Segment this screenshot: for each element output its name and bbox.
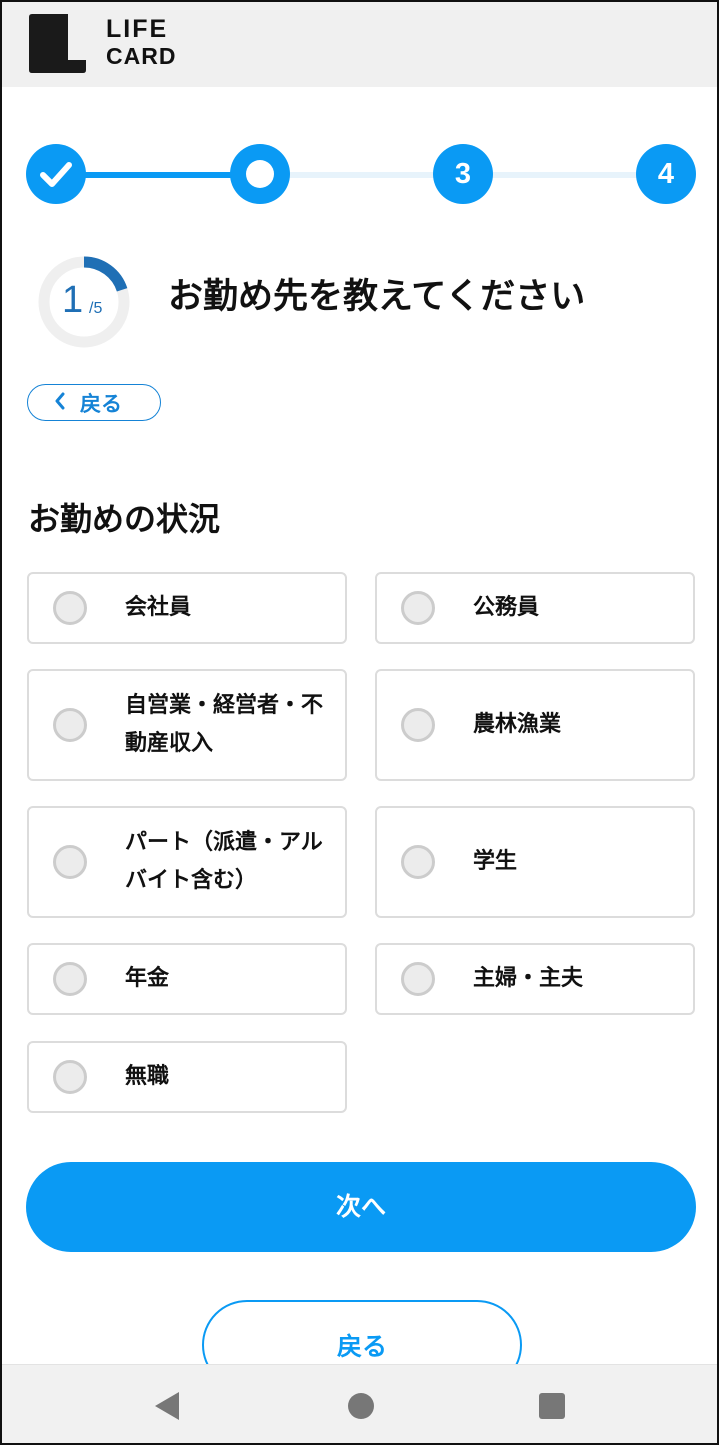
progress-current: 1	[62, 279, 84, 321]
step-1-completed	[26, 144, 86, 204]
next-button[interactable]: 次へ	[26, 1162, 696, 1252]
step-2-current	[230, 144, 290, 204]
chevron-left-icon	[54, 391, 66, 415]
radio-icon[interactable]	[53, 591, 87, 625]
radio-icon[interactable]	[53, 845, 87, 879]
system-navigation-bar	[2, 1364, 717, 1443]
option-company-employee[interactable]: 会社員	[27, 572, 347, 644]
option-label: パート（派遣・アルバイト含む）	[125, 830, 323, 893]
option-label: 主婦・主夫	[473, 966, 584, 991]
radio-icon[interactable]	[53, 1060, 87, 1094]
option-label: 無職	[125, 1064, 170, 1089]
back-small-button[interactable]: 戻る	[27, 384, 161, 421]
option-label: 会社員	[125, 595, 192, 620]
radio-icon[interactable]	[53, 708, 87, 742]
check-icon	[40, 162, 72, 187]
option-label: 学生	[473, 849, 518, 874]
section-title: お勤めの状況	[28, 500, 221, 538]
brand-wordmark: LIFE CARD	[106, 16, 176, 70]
option-civil-servant[interactable]: 公務員	[375, 572, 695, 644]
page-title: お勤め先を教えてください	[168, 277, 586, 317]
option-label: 農林漁業	[473, 712, 562, 737]
question-progress-ring	[38, 256, 130, 348]
back-small-label: 戻る	[80, 391, 122, 416]
current-step-marker	[246, 160, 274, 188]
option-label: 自営業・経営者・不動産収入	[125, 693, 324, 756]
app-frame: LIFE CARD 3 4 1 /5 お勤め先を教えてください 戻る お勤めの状…	[0, 0, 719, 1445]
option-homemaker[interactable]: 主婦・主夫	[375, 943, 695, 1015]
brand-line-2: CARD	[106, 43, 177, 69]
radio-icon[interactable]	[401, 708, 435, 742]
step-3: 3	[433, 144, 493, 204]
option-agriculture[interactable]: 農林漁業	[375, 669, 695, 781]
option-pension[interactable]: 年金	[27, 943, 347, 1015]
option-label: 公務員	[473, 595, 540, 620]
radio-icon[interactable]	[401, 591, 435, 625]
option-label: 年金	[125, 966, 170, 991]
progress-stepper: 3 4	[26, 144, 696, 204]
radio-icon[interactable]	[401, 845, 435, 879]
radio-icon[interactable]	[401, 962, 435, 996]
brand-line-1: LIFE	[106, 15, 169, 43]
recents-square-icon[interactable]	[539, 1393, 565, 1419]
radio-icon[interactable]	[53, 962, 87, 996]
step-4: 4	[636, 144, 696, 204]
option-student[interactable]: 学生	[375, 806, 695, 918]
home-circle-icon[interactable]	[348, 1393, 374, 1419]
option-unemployed[interactable]: 無職	[27, 1041, 347, 1113]
progress-total: /5	[89, 300, 103, 317]
header: LIFE CARD	[2, 2, 717, 87]
option-part-time[interactable]: パート（派遣・アルバイト含む）	[27, 806, 347, 918]
option-self-employed[interactable]: 自営業・経営者・不動産収入	[27, 669, 347, 781]
back-triangle-icon[interactable]	[155, 1392, 179, 1420]
life-card-logo-icon	[29, 14, 86, 73]
